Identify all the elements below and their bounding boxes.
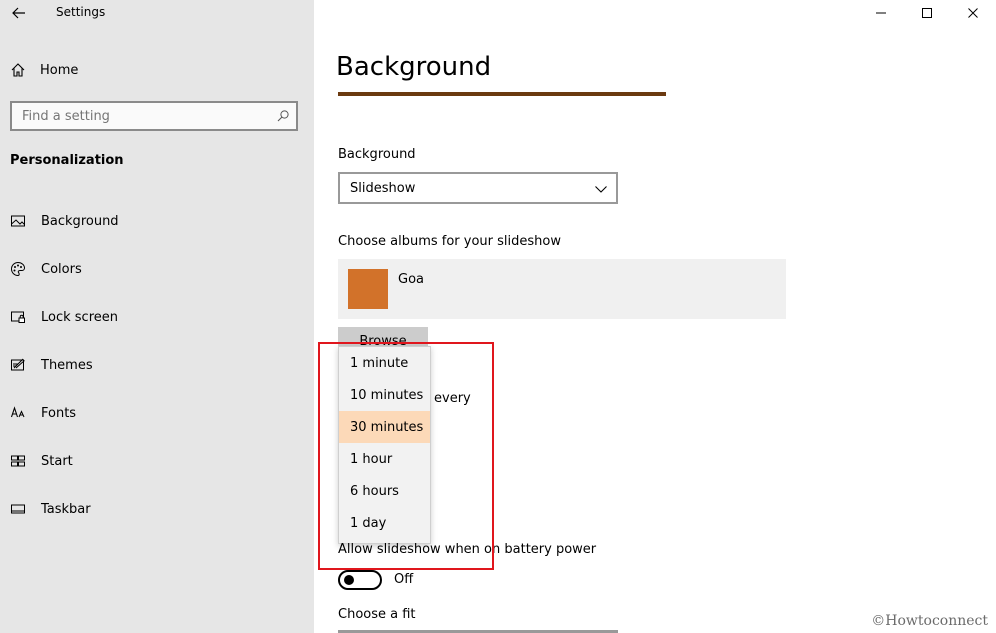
chevron-down-icon [595, 186, 607, 193]
sidebar-item-background[interactable]: Background [10, 208, 310, 234]
sidebar-item-taskbar[interactable]: Taskbar [10, 496, 310, 522]
interval-option-selected[interactable]: 30 minutes [339, 411, 430, 443]
fonts-icon [10, 405, 26, 421]
back-arrow-icon [12, 7, 25, 19]
nav-home[interactable]: Home [10, 58, 300, 82]
home-label: Home [40, 62, 79, 78]
sidebar-item-label: Colors [41, 261, 82, 277]
interval-dropdown-list: 1 minute 10 minutes 30 minutes 1 hour 6 … [338, 346, 431, 544]
sidebar-item-label: Start [41, 453, 73, 469]
toggle-knob [344, 575, 354, 585]
sidebar: Settings Home Personalization Background… [0, 0, 314, 633]
title-accent-bar [338, 92, 666, 96]
album-card[interactable]: Goa [338, 259, 786, 319]
interval-option[interactable]: 1 day [339, 507, 430, 539]
sidebar-item-label: Background [41, 213, 119, 229]
search-input[interactable] [12, 103, 262, 129]
app-title: Settings [56, 5, 106, 19]
battery-toggle-state: Off [394, 572, 414, 587]
sidebar-item-lock-screen[interactable]: Lock screen [10, 304, 310, 330]
interval-option[interactable]: 6 hours [339, 475, 430, 507]
interval-option[interactable]: 1 minute [339, 347, 430, 379]
album-thumbnail [348, 269, 388, 309]
page-title: Background [336, 52, 492, 82]
lock-screen-icon [10, 309, 26, 325]
fit-label: Choose a fit [338, 607, 416, 622]
sidebar-item-label: Taskbar [41, 501, 91, 517]
themes-icon [10, 357, 26, 373]
search-icon[interactable] [276, 109, 290, 123]
back-button[interactable] [10, 4, 28, 22]
interval-option[interactable]: 10 minutes [339, 379, 430, 411]
background-dropdown[interactable]: Slideshow [338, 172, 618, 204]
battery-label: Allow slideshow when on battery power [338, 542, 597, 557]
sidebar-item-themes[interactable]: Themes [10, 352, 310, 378]
album-name: Goa [398, 272, 424, 287]
watermark: ©Howtoconnect [871, 613, 988, 629]
interval-option[interactable]: 1 hour [339, 443, 430, 475]
sidebar-item-start[interactable]: Start [10, 448, 310, 474]
taskbar-icon [10, 501, 26, 517]
home-icon [11, 63, 25, 77]
background-label: Background [338, 147, 416, 162]
sidebar-item-label: Fonts [41, 405, 77, 421]
image-icon [10, 213, 26, 229]
battery-toggle[interactable] [338, 570, 382, 590]
palette-icon [10, 261, 26, 277]
sidebar-item-colors[interactable]: Colors [10, 256, 310, 282]
sidebar-item-fonts[interactable]: Fonts [10, 400, 310, 426]
search-box[interactable] [10, 101, 298, 131]
section-title: Personalization [10, 153, 124, 168]
sidebar-item-label: Themes [41, 357, 93, 373]
background-dropdown-value: Slideshow [350, 180, 416, 196]
sidebar-item-label: Lock screen [41, 309, 118, 325]
title-bar-left: Settings [0, 0, 314, 28]
start-icon [10, 453, 26, 469]
albums-label: Choose albums for your slideshow [338, 234, 561, 249]
change-picture-label: every [434, 391, 471, 406]
main-content: Background Background Slideshow Choose a… [314, 0, 996, 633]
